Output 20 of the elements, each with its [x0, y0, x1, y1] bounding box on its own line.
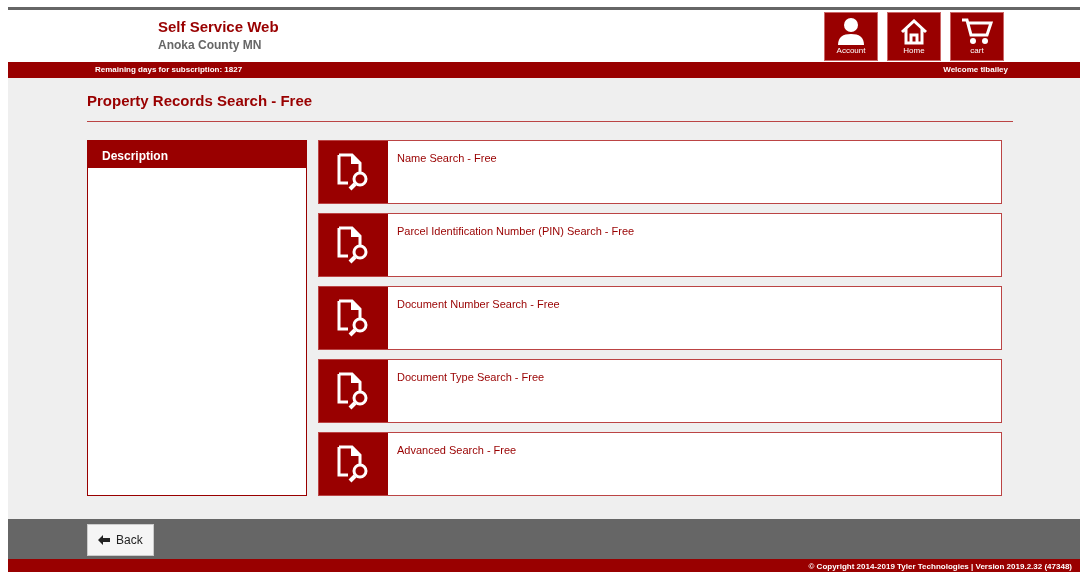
copyright-text: © Copyright 2014-2019 Tyler Technologies | Version 2019.2.32 (47348): [8, 559, 1080, 572]
welcome-text: Welcome tlbailey: [943, 63, 1008, 76]
search-option[interactable]: Document Number Search - Free: [318, 286, 1002, 350]
search-option[interactable]: Document Type Search - Free: [318, 359, 1002, 423]
site-title: Self Service Web: [158, 18, 279, 37]
search-option[interactable]: Advanced Search - Free: [318, 432, 1002, 496]
person-icon: [836, 16, 866, 45]
nav-button[interactable]: cart: [950, 11, 1004, 61]
house-icon: [900, 18, 928, 45]
search-option[interactable]: Parcel Identification Number (PIN) Search - Free: [318, 213, 1002, 277]
cart-icon: [960, 16, 994, 45]
page-title: Property Records Search - Free: [87, 89, 1013, 122]
arrow-left-icon: [98, 535, 110, 545]
back-button[interactable]: Back: [87, 524, 154, 556]
county-name: Anoka County MN: [158, 37, 263, 55]
panel-header: Description: [88, 141, 306, 168]
subscription-text: Remaining days for subscription: 1827: [95, 63, 243, 76]
nav-button[interactable]: Home: [887, 11, 941, 61]
search-option[interactable]: Name Search - Free: [318, 140, 1002, 204]
nav-button[interactable]: Account: [824, 11, 878, 61]
